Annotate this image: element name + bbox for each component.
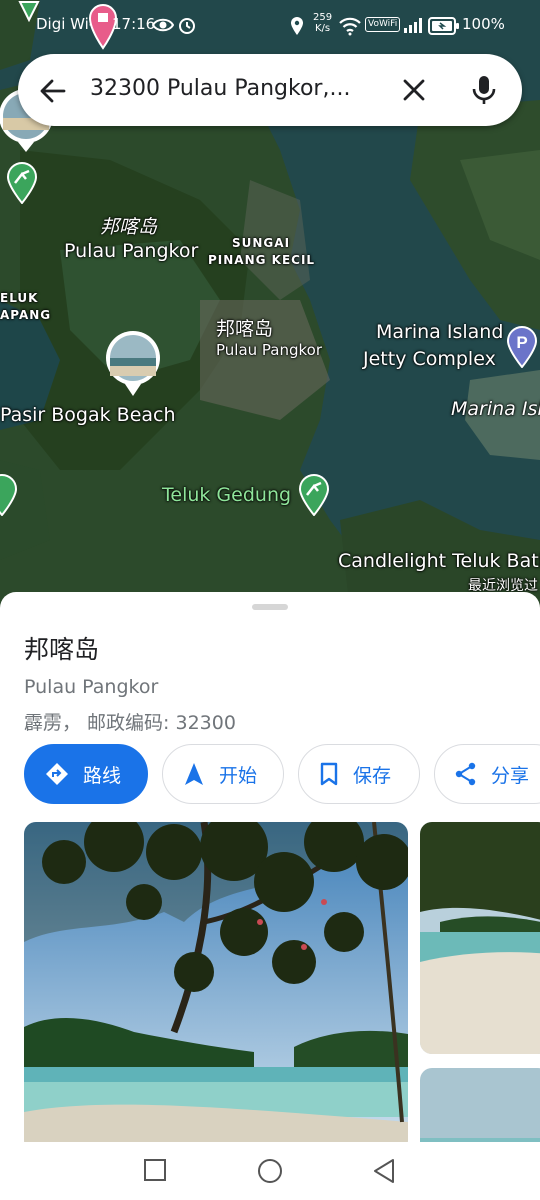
map-label-teluk-gedung[interactable]: Teluk Gedung [162,484,291,506]
network-speed-value: 259 [313,12,333,23]
share-button[interactable]: 分享 [434,744,540,804]
map-label-pinang-kecil: PINANG KECIL [208,253,316,267]
search-bar[interactable]: 32300 Pulau Pangkor,... [18,54,522,126]
place-photo-2[interactable] [420,822,540,1054]
pasir-bogak-photo-pin-icon[interactable] [104,330,162,402]
map-label-apang: APANG [0,308,52,322]
home-circle-icon[interactable] [257,1158,283,1184]
share-label: 分享 [491,764,530,787]
place-address: 霹雳， 邮政编码: 32300 [24,712,236,734]
save-label: 保存 [353,764,392,787]
map-label-pangkor: Pulau Pangkor [64,240,199,262]
navigation-arrow-icon [183,762,205,786]
location-icon [291,17,303,35]
start-button[interactable]: 开始 [162,744,284,804]
eye-icon [152,18,174,32]
back-arrow-icon[interactable] [38,76,68,106]
parking-pin-icon[interactable]: P [506,326,538,372]
map-label-pasir-bogak[interactable]: Pasir Bogak Beach [0,404,176,426]
mic-icon[interactable] [470,74,498,106]
map-label-pangkor-cn-2: 邦喀岛 [216,318,274,340]
wifi-icon [339,17,361,36]
clock-time: 17:16 [112,15,156,33]
map-label-pangkor-cn: 邦喀岛 [100,216,158,238]
vowifi-badge: VoWiFi [365,17,401,32]
map-label-pangkor-2: Pulau Pangkor [216,341,323,359]
attraction-pin-icon[interactable] [6,162,38,208]
directions-icon [45,762,69,786]
save-button[interactable]: 保存 [298,744,420,804]
network-speed-unit: K/s [314,23,331,34]
drag-handle[interactable] [252,604,288,610]
battery-percent: 100% [462,15,505,33]
back-triangle-icon[interactable] [372,1158,396,1184]
teluk-gedung-pin-icon[interactable] [298,474,330,520]
directions-label: 路线 [83,764,122,787]
directions-button[interactable]: 路线 [24,744,148,804]
attraction-pin-left-icon[interactable] [0,474,18,520]
clear-icon[interactable] [400,76,428,104]
map-view[interactable]: 邦喀岛 Pulau Pangkor SUNGAI PINANG KECIL EL… [0,0,540,612]
system-nav-bar [0,1142,540,1200]
map-label-marina-isl: Marina Isl [451,398,540,420]
recents-square-icon[interactable] [143,1158,167,1182]
battery-icon [428,17,459,35]
map-label-candlelight[interactable]: Candlelight Teluk Bati [338,550,540,572]
alarm-icon [179,18,195,34]
place-subtitle: Pulau Pangkor [24,676,159,698]
place-title: 邦喀岛 [24,635,100,664]
bookmark-icon [319,762,339,786]
map-label-marina-island: Marina Island [376,321,504,343]
network-speed: 259 K/s [313,12,332,34]
svg-text:P: P [516,333,527,352]
status-bar: Digi Wi-Fi 17:16 259 K/s VoWiFi 100% [0,0,540,52]
place-sheet[interactable]: 邦喀岛 Pulau Pangkor 霹雳， 邮政编码: 32300 路线 开始 … [0,592,540,1200]
signal-icon [404,18,422,33]
start-label: 开始 [219,764,258,787]
map-label-teluk: ELUK [0,291,39,305]
search-query[interactable]: 32300 Pulau Pangkor,... [90,76,390,101]
map-label-sungai: SUNGAI [232,236,291,250]
map-label-jetty-complex: Jetty Complex [363,348,496,370]
place-photo-main[interactable] [24,822,408,1152]
share-icon [455,762,477,786]
